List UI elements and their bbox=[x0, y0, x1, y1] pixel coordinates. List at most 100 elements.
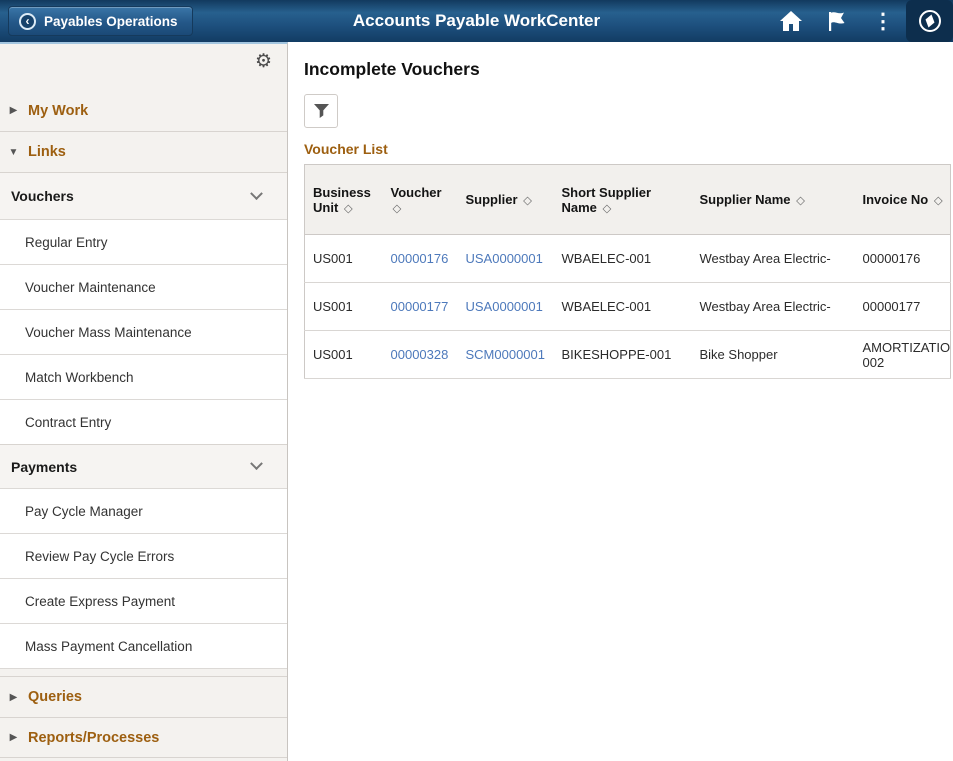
home-button[interactable] bbox=[768, 0, 814, 42]
group-header-vouchers[interactable]: Vouchers bbox=[0, 172, 287, 219]
grid-caption: Voucher List bbox=[304, 141, 953, 157]
cell-voucher: 00000328 bbox=[383, 331, 458, 379]
item-label: Match Workbench bbox=[25, 370, 134, 385]
sidebar-item-pay-cycle-manager[interactable]: Pay Cycle Manager bbox=[0, 488, 287, 533]
triangle-right-icon: ▶ bbox=[8, 732, 19, 743]
banner-actions: ⋮ bbox=[768, 0, 953, 42]
sidebar-item-regular-entry[interactable]: Regular Entry bbox=[0, 219, 287, 264]
kebab-menu-icon: ⋮ bbox=[873, 11, 894, 32]
top-banner: ‹ Payables Operations Accounts Payable W… bbox=[0, 0, 953, 42]
column-label: Supplier Name bbox=[700, 192, 791, 207]
sort-icon: ◇ bbox=[796, 195, 805, 207]
sidebar-item-review-pay-cycle-errors[interactable]: Review Pay Cycle Errors bbox=[0, 533, 287, 578]
cell-supplier: SCM0000001 bbox=[458, 331, 554, 379]
triangle-right-icon: ▶ bbox=[8, 692, 19, 703]
sidebar-section-my-work[interactable]: ▶ My Work bbox=[0, 90, 287, 131]
table-row: US001 00000328 SCM0000001 BIKESHOPPE-001… bbox=[305, 331, 951, 379]
column-header-supplier[interactable]: Supplier ◇ bbox=[458, 165, 554, 235]
voucher-link[interactable]: 00000328 bbox=[391, 347, 449, 362]
cell-voucher: 00000177 bbox=[383, 283, 458, 331]
cell-invoice-no: 00000176 bbox=[855, 235, 951, 283]
navbar-button[interactable] bbox=[906, 0, 953, 42]
item-label: Voucher Maintenance bbox=[25, 280, 156, 295]
filter-funnel-icon bbox=[313, 103, 330, 119]
sidebar-item-mass-payment-cancellation[interactable]: Mass Payment Cancellation bbox=[0, 623, 287, 668]
sort-icon: ◇ bbox=[934, 195, 943, 207]
section-label: My Work bbox=[28, 103, 88, 119]
sort-icon: ◇ bbox=[523, 195, 532, 207]
chevron-left-icon: ‹ bbox=[19, 13, 36, 30]
supplier-link[interactable]: SCM0000001 bbox=[466, 347, 546, 362]
actions-menu-button[interactable]: ⋮ bbox=[860, 0, 906, 42]
group-label: Payments bbox=[11, 459, 77, 475]
item-label: Create Express Payment bbox=[25, 594, 175, 609]
filter-button[interactable] bbox=[304, 94, 338, 128]
item-label: Contract Entry bbox=[25, 415, 111, 430]
column-header-business-unit[interactable]: Business Unit ◇ bbox=[305, 165, 383, 235]
sort-icon: ◇ bbox=[393, 203, 402, 215]
triangle-down-icon: ▼ bbox=[8, 147, 19, 158]
back-button[interactable]: ‹ Payables Operations bbox=[8, 6, 193, 36]
column-label: Invoice No bbox=[863, 192, 929, 207]
sidebar-item-create-express-payment[interactable]: Create Express Payment bbox=[0, 578, 287, 623]
cell-business-unit: US001 bbox=[305, 283, 383, 331]
item-label: Regular Entry bbox=[25, 235, 108, 250]
flag-icon bbox=[825, 10, 849, 32]
cell-supplier-name: Bike Shopper bbox=[692, 331, 855, 379]
supplier-link[interactable]: USA0000001 bbox=[466, 251, 543, 266]
cell-supplier-name: Westbay Area Electric- bbox=[692, 235, 855, 283]
table-row: US001 00000177 USA0000001 WBAELEC-001 We… bbox=[305, 283, 951, 331]
compass-icon bbox=[917, 8, 943, 34]
sidebar-section-reports-processes[interactable]: ▶ Reports/Processes bbox=[0, 717, 287, 758]
group-label: Vouchers bbox=[11, 188, 74, 204]
supplier-link[interactable]: USA0000001 bbox=[466, 299, 543, 314]
cell-short-supplier-name: BIKESHOPPE-001 bbox=[554, 331, 692, 379]
column-label: Business Unit bbox=[313, 185, 371, 215]
table-header-row: Business Unit ◇ Voucher ◇ Supplier ◇ Sho… bbox=[305, 165, 951, 235]
cell-short-supplier-name: WBAELEC-001 bbox=[554, 235, 692, 283]
column-header-invoice-no[interactable]: Invoice No ◇ bbox=[855, 165, 951, 235]
group-header-payments[interactable]: Payments bbox=[0, 444, 287, 488]
cell-short-supplier-name: WBAELEC-001 bbox=[554, 283, 692, 331]
chevron-down-icon bbox=[250, 187, 263, 200]
home-icon bbox=[779, 10, 803, 32]
cell-business-unit: US001 bbox=[305, 235, 383, 283]
section-label: Queries bbox=[28, 689, 82, 705]
back-button-label: Payables Operations bbox=[44, 14, 178, 29]
item-label: Review Pay Cycle Errors bbox=[25, 549, 174, 564]
item-label: Voucher Mass Maintenance bbox=[25, 325, 192, 340]
column-header-short-supplier-name[interactable]: Short Supplier Name ◇ bbox=[554, 165, 692, 235]
item-label: Pay Cycle Manager bbox=[25, 504, 143, 519]
section-label: Reports/Processes bbox=[28, 730, 159, 746]
column-header-voucher[interactable]: Voucher ◇ bbox=[383, 165, 458, 235]
sidebar-section-links[interactable]: ▼ Links bbox=[0, 131, 287, 172]
settings-gear-button[interactable]: ⚙ bbox=[255, 52, 272, 71]
cell-supplier-name: Westbay Area Electric- bbox=[692, 283, 855, 331]
cell-voucher: 00000176 bbox=[383, 235, 458, 283]
sidebar-item-voucher-mass-maintenance[interactable]: Voucher Mass Maintenance bbox=[0, 309, 287, 354]
gear-icon: ⚙ bbox=[255, 51, 272, 72]
voucher-link[interactable]: 00000177 bbox=[391, 299, 449, 314]
sidebar-toolbar: ⚙ bbox=[0, 44, 287, 90]
sort-icon: ◇ bbox=[344, 203, 353, 215]
sidebar-item-voucher-maintenance[interactable]: Voucher Maintenance bbox=[0, 264, 287, 309]
cell-invoice-no: 00000177 bbox=[855, 283, 951, 331]
voucher-link[interactable]: 00000176 bbox=[391, 251, 449, 266]
sort-icon: ◇ bbox=[603, 203, 612, 215]
notifications-flag-button[interactable] bbox=[814, 0, 860, 42]
chevron-down-icon bbox=[250, 457, 263, 470]
cell-supplier: USA0000001 bbox=[458, 235, 554, 283]
voucher-list-table: Business Unit ◇ Voucher ◇ Supplier ◇ Sho… bbox=[304, 164, 951, 379]
page-title: Incomplete Vouchers bbox=[304, 59, 953, 80]
sidebar-item-contract-entry[interactable]: Contract Entry bbox=[0, 399, 287, 444]
column-header-supplier-name[interactable]: Supplier Name ◇ bbox=[692, 165, 855, 235]
sidebar-section-queries[interactable]: ▶ Queries bbox=[0, 676, 287, 717]
cell-business-unit: US001 bbox=[305, 331, 383, 379]
section-label: Links bbox=[28, 144, 66, 160]
table-row: US001 00000176 USA0000001 WBAELEC-001 We… bbox=[305, 235, 951, 283]
workcenter-sidebar: ⚙ ▶ My Work ▼ Links Vouchers Regular Ent… bbox=[0, 42, 288, 761]
item-label: Mass Payment Cancellation bbox=[25, 639, 192, 654]
triangle-right-icon: ▶ bbox=[8, 105, 19, 116]
main-content: Incomplete Vouchers Voucher List Busines… bbox=[288, 42, 953, 761]
sidebar-item-match-workbench[interactable]: Match Workbench bbox=[0, 354, 287, 399]
